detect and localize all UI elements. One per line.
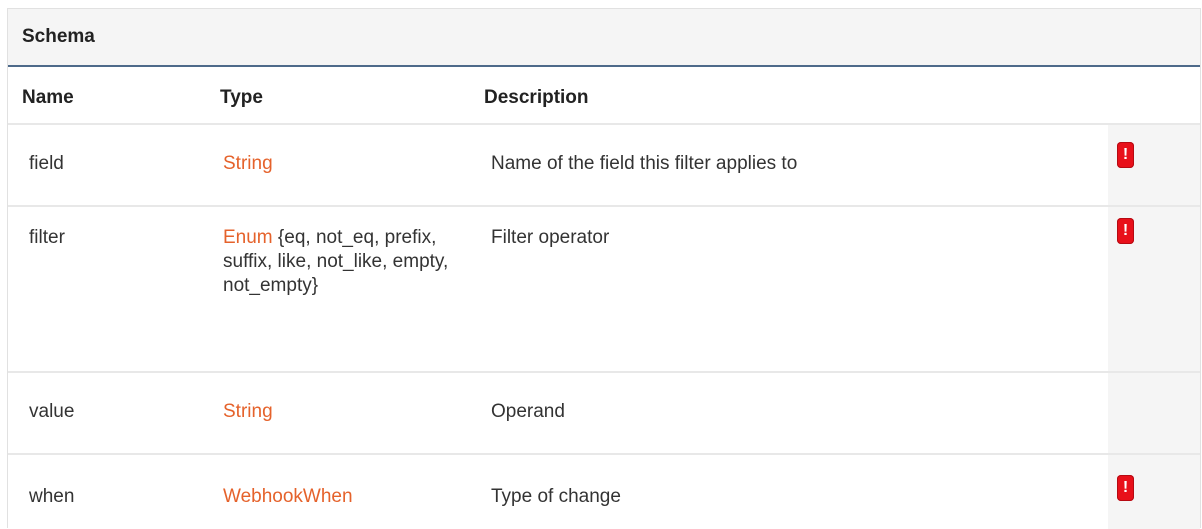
row-description: Filter operator bbox=[491, 227, 610, 248]
column-header-name: Name bbox=[22, 87, 74, 108]
schema-panel: Schema Name Type Description field Strin… bbox=[7, 8, 1201, 529]
type-link[interactable]: WebhookWhen bbox=[223, 486, 353, 507]
table-row: field String Name of the field this filt… bbox=[8, 125, 1200, 207]
column-header-description: Description bbox=[484, 87, 589, 108]
row-type: String bbox=[223, 400, 468, 424]
row-type: Enum {eq, not_eq, prefix, suffix, like, … bbox=[223, 227, 449, 296]
row-description: Operand bbox=[491, 401, 565, 422]
type-link[interactable]: Enum bbox=[223, 227, 273, 248]
row-side-column: ! bbox=[1108, 125, 1200, 205]
type-link[interactable]: String bbox=[223, 401, 273, 422]
column-header-row: Name Type Description bbox=[8, 67, 1200, 125]
row-type: WebhookWhen bbox=[223, 485, 468, 509]
row-name: when bbox=[29, 486, 75, 507]
row-type: String bbox=[223, 152, 468, 176]
table-row: filter Enum {eq, not_eq, prefix, suffix,… bbox=[8, 207, 1200, 373]
row-name: field bbox=[29, 153, 64, 174]
row-description: Name of the field this filter applies to bbox=[491, 153, 798, 174]
schema-title: Schema bbox=[8, 9, 1200, 67]
row-description: Type of change bbox=[491, 486, 621, 507]
row-side-column: ! bbox=[1108, 455, 1200, 529]
table-row: when WebhookWhen Type of change ! bbox=[8, 455, 1200, 529]
row-name: filter bbox=[29, 227, 65, 248]
exclamation-badge-icon: ! bbox=[1117, 475, 1134, 501]
exclamation-badge-icon: ! bbox=[1117, 218, 1134, 244]
exclamation-badge-icon: ! bbox=[1117, 142, 1134, 168]
row-name: value bbox=[29, 401, 75, 422]
table-row: value String Operand bbox=[8, 373, 1200, 455]
row-side-column: ! bbox=[1108, 207, 1200, 371]
column-header-type: Type bbox=[220, 87, 263, 108]
type-link[interactable]: String bbox=[223, 153, 273, 174]
row-side-column bbox=[1108, 373, 1200, 453]
